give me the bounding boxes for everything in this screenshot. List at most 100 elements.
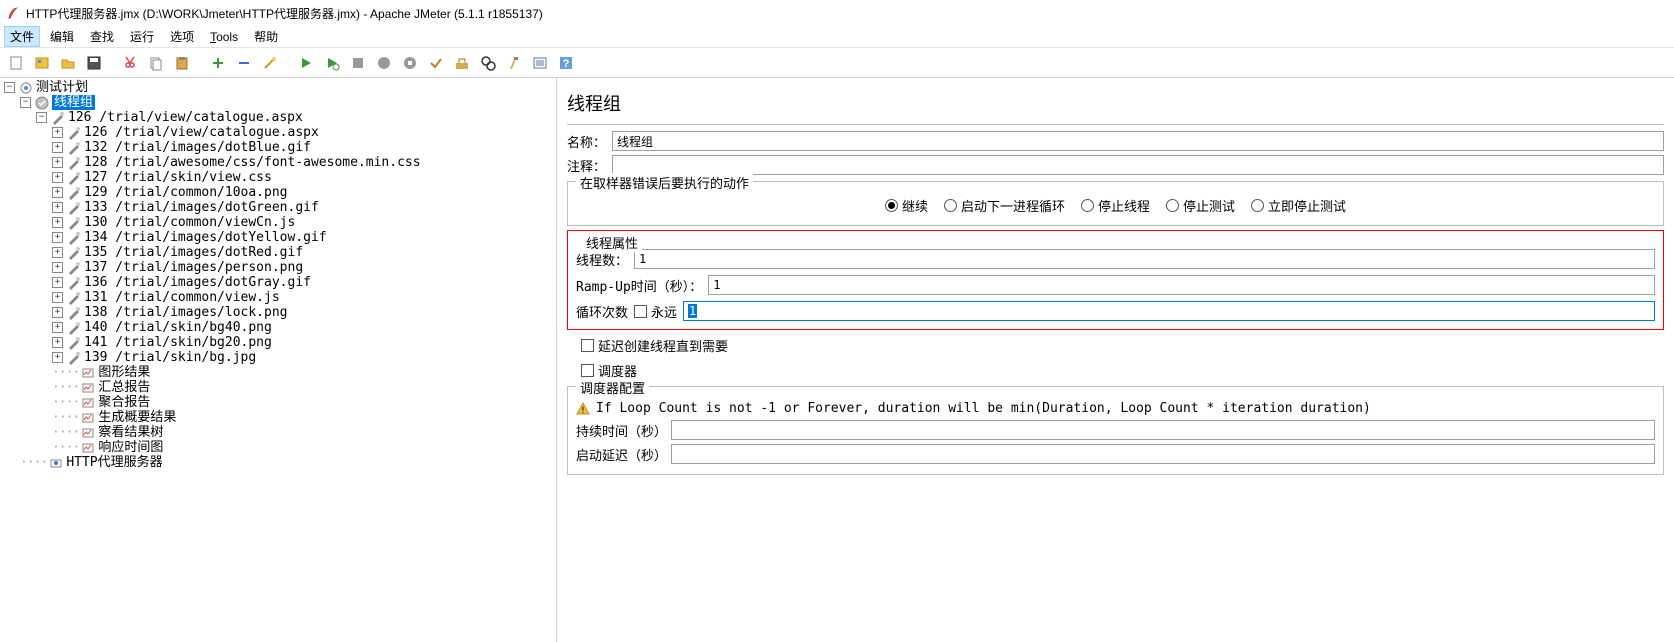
- rampup-input[interactable]: [708, 275, 1655, 295]
- expander-icon[interactable]: +: [52, 262, 63, 273]
- stop-button[interactable]: [346, 51, 370, 75]
- sampler-icon: [67, 246, 81, 260]
- templates-button[interactable]: [30, 51, 54, 75]
- radio-icon[interactable]: [885, 199, 898, 212]
- collapse-icon[interactable]: −: [4, 82, 15, 93]
- tree-listener[interactable]: ····图形结果: [4, 365, 556, 380]
- tree-sampler[interactable]: +130 /trial/common/viewCn.js: [4, 215, 556, 230]
- tree-listener[interactable]: ····聚合报告: [4, 395, 556, 410]
- expander-icon[interactable]: +: [52, 337, 63, 348]
- tree-pane[interactable]: − 测试计划 − 线程组 −126 /trial/view/catalogue.…: [0, 78, 557, 642]
- collapse-icon[interactable]: −: [20, 97, 31, 108]
- tree-sampler[interactable]: +135 /trial/images/dotRed.gif: [4, 245, 556, 260]
- expander-icon[interactable]: +: [52, 292, 63, 303]
- delay-create-row[interactable]: 延迟创建线程直到需要: [581, 336, 1664, 355]
- tree-sampler[interactable]: +129 /trial/common/10oa.png: [4, 185, 556, 200]
- expander-icon[interactable]: +: [52, 172, 63, 183]
- search-button[interactable]: [476, 51, 500, 75]
- tree-sampler[interactable]: +140 /trial/skin/bg40.png: [4, 320, 556, 335]
- tree-sampler[interactable]: +139 /trial/skin/bg.jpg: [4, 350, 556, 365]
- expander-icon[interactable]: +: [52, 247, 63, 258]
- tree-sampler[interactable]: +136 /trial/images/dotGray.gif: [4, 275, 556, 290]
- menu-tools[interactable]: Tools: [204, 28, 244, 46]
- expander-icon[interactable]: +: [52, 157, 63, 168]
- delay-create-checkbox[interactable]: [581, 339, 594, 352]
- open-button[interactable]: [56, 51, 80, 75]
- expander-icon[interactable]: −: [36, 112, 47, 123]
- expander-icon[interactable]: +: [52, 322, 63, 333]
- menu-options[interactable]: 选项: [164, 26, 200, 47]
- tree-thread-group[interactable]: − 线程组: [4, 95, 556, 110]
- menu-help[interactable]: 帮助: [248, 26, 284, 47]
- remove-button[interactable]: [232, 51, 256, 75]
- help-button[interactable]: ?: [554, 51, 578, 75]
- expander-icon[interactable]: +: [52, 307, 63, 318]
- expander-icon[interactable]: +: [52, 277, 63, 288]
- expander-icon[interactable]: +: [52, 187, 63, 198]
- tree-sampler[interactable]: +127 /trial/skin/view.css: [4, 170, 556, 185]
- menu-edit[interactable]: 编辑: [44, 26, 80, 47]
- start-button[interactable]: [294, 51, 318, 75]
- reset-search-button[interactable]: [502, 51, 526, 75]
- tree-sampler[interactable]: +137 /trial/images/person.png: [4, 260, 556, 275]
- tree-sampler[interactable]: +138 /trial/images/lock.png: [4, 305, 556, 320]
- menu-run[interactable]: 运行: [124, 26, 160, 47]
- threads-input[interactable]: [634, 249, 1655, 269]
- forever-checkbox[interactable]: [634, 305, 647, 318]
- scheduler-row[interactable]: 调度器: [581, 361, 1664, 380]
- tree-listener[interactable]: ····生成概要结果: [4, 410, 556, 425]
- function-helper-button[interactable]: [528, 51, 552, 75]
- radio-icon[interactable]: [944, 199, 957, 212]
- add-button[interactable]: [206, 51, 230, 75]
- clear-all-button[interactable]: [450, 51, 474, 75]
- clear-button[interactable]: [424, 51, 448, 75]
- expander-icon[interactable]: +: [52, 352, 63, 363]
- tree-listener[interactable]: ····汇总报告: [4, 380, 556, 395]
- on-error-option[interactable]: 停止线程: [1081, 196, 1150, 215]
- tree-sampler[interactable]: −126 /trial/view/catalogue.aspx: [4, 110, 556, 125]
- menu-search[interactable]: 查找: [84, 26, 120, 47]
- tree-sampler[interactable]: +126 /trial/view/catalogue.aspx: [4, 125, 556, 140]
- expander-icon[interactable]: +: [52, 217, 63, 228]
- tree-sampler[interactable]: +141 /trial/skin/bg20.png: [4, 335, 556, 350]
- radio-icon[interactable]: [1166, 199, 1179, 212]
- on-error-option[interactable]: 停止测试: [1166, 196, 1235, 215]
- on-error-option[interactable]: 启动下一进程循环: [944, 196, 1065, 215]
- copy-button[interactable]: [144, 51, 168, 75]
- paste-button[interactable]: [170, 51, 194, 75]
- expander-icon[interactable]: +: [52, 202, 63, 213]
- panel-title: 线程组: [567, 86, 1664, 125]
- radio-icon[interactable]: [1081, 199, 1094, 212]
- menu-file[interactable]: 文件: [4, 26, 40, 47]
- tree-listener[interactable]: ····响应时间图: [4, 440, 556, 455]
- tree-sampler[interactable]: +134 /trial/images/dotYellow.gif: [4, 230, 556, 245]
- scheduler-checkbox[interactable]: [581, 364, 594, 377]
- start-no-timers-button[interactable]: [320, 51, 344, 75]
- tree-root[interactable]: − 测试计划: [4, 80, 556, 95]
- duration-row: 持续时间（秒）: [576, 420, 1655, 440]
- expander-icon[interactable]: +: [52, 127, 63, 138]
- name-input[interactable]: [612, 131, 1664, 151]
- comment-input[interactable]: [612, 155, 1664, 175]
- radio-icon[interactable]: [1251, 199, 1264, 212]
- tree-listener[interactable]: ····察看结果树: [4, 425, 556, 440]
- tree-sampler[interactable]: +128 /trial/awesome/css/font-awesome.min…: [4, 155, 556, 170]
- save-button[interactable]: [82, 51, 106, 75]
- expander-icon[interactable]: +: [52, 232, 63, 243]
- tree-proxy[interactable]: ···· HTTP代理服务器: [4, 455, 556, 470]
- expander-icon[interactable]: +: [52, 142, 63, 153]
- duration-input[interactable]: [671, 420, 1655, 440]
- sampler-icon: [67, 261, 81, 275]
- on-error-option[interactable]: 继续: [885, 196, 928, 215]
- tree-sampler[interactable]: +131 /trial/common/view.js: [4, 290, 556, 305]
- shutdown-button[interactable]: [372, 51, 396, 75]
- remote-stop-button[interactable]: [398, 51, 422, 75]
- tree-sampler[interactable]: +132 /trial/images/dotBlue.gif: [4, 140, 556, 155]
- new-button[interactable]: [4, 51, 28, 75]
- startup-delay-input[interactable]: [671, 444, 1655, 464]
- cut-button[interactable]: [118, 51, 142, 75]
- tree-sampler[interactable]: +133 /trial/images/dotGreen.gif: [4, 200, 556, 215]
- wand-button[interactable]: [258, 51, 282, 75]
- loop-input[interactable]: 1: [683, 301, 1655, 321]
- on-error-option[interactable]: 立即停止测试: [1251, 196, 1346, 215]
